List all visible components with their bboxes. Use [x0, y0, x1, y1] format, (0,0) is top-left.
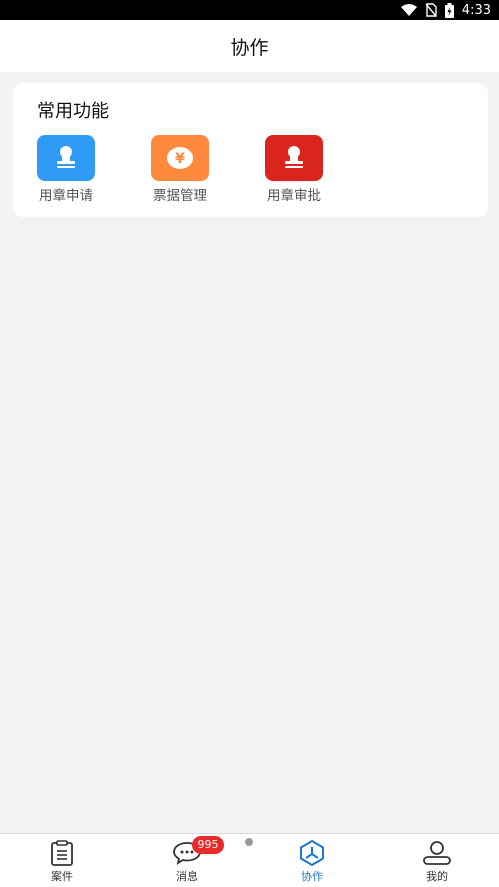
message-count-badge: 995: [192, 836, 224, 854]
section-title: 常用功能: [37, 101, 109, 122]
wifi-icon: [400, 4, 417, 16]
nav-item-profile[interactable]: 我的: [397, 840, 477, 884]
feature-label: 用章申请: [39, 188, 93, 204]
indicator-dot: [245, 838, 253, 846]
invoice-management-button[interactable]: ¥ 票据管理: [140, 135, 220, 207]
stamp-icon: [265, 135, 323, 181]
svg-text:¥: ¥: [175, 151, 185, 167]
common-functions-card: 常用功能 用章申请 ¥ 票据管理 用章审批: [13, 83, 488, 217]
stamp-approval-button[interactable]: 用章审批: [254, 135, 334, 207]
top-bar: 协作: [0, 20, 499, 72]
nav-label: 消息: [176, 870, 198, 883]
yen-icon: ¥: [151, 135, 209, 181]
no-sim-icon: [425, 3, 437, 17]
nav-label: 案件: [51, 870, 73, 883]
feature-label: 票据管理: [153, 188, 207, 204]
nav-label: 我的: [426, 870, 448, 883]
status-bar: 4:33: [0, 0, 499, 20]
nav-label: 协作: [301, 870, 323, 883]
profile-icon: [397, 840, 477, 866]
stamp-icon: [37, 135, 95, 181]
page-title: 协作: [230, 36, 269, 59]
status-time: 4:33: [461, 2, 491, 18]
collaboration-icon: [272, 839, 352, 867]
battery-charging-icon: [444, 2, 454, 18]
nav-item-cases[interactable]: 案件: [22, 840, 102, 884]
nav-item-collaboration[interactable]: 协作: [272, 839, 352, 884]
stamp-application-button[interactable]: 用章申请: [26, 135, 106, 207]
clipboard-icon: [22, 840, 102, 866]
feature-label: 用章审批: [267, 188, 321, 204]
